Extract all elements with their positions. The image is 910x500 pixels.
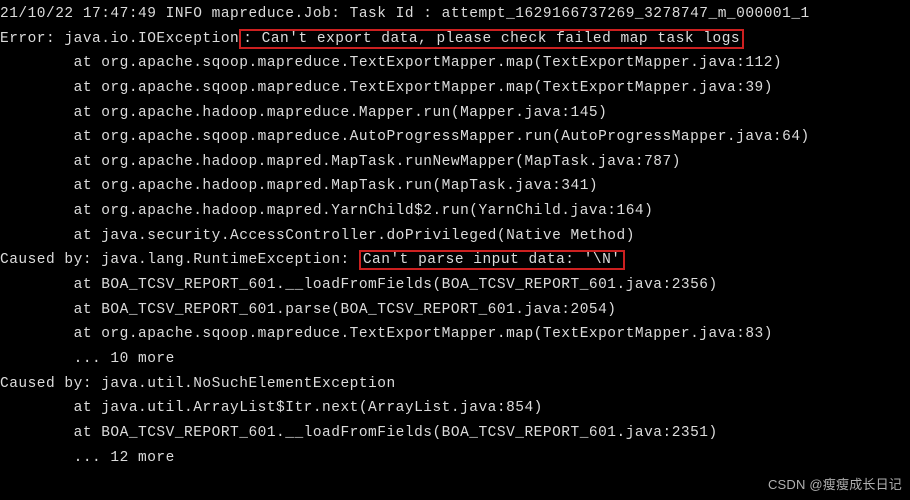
log-line-stack: at org.apache.hadoop.mapred.YarnChild$2.…: [0, 199, 910, 224]
watermark: CSDN @瘦瘦成长日记: [768, 474, 902, 496]
error-highlight: : Can't export data, please check failed…: [239, 29, 744, 49]
log-line-stack: at org.apache.sqoop.mapreduce.TextExport…: [0, 51, 910, 76]
log-text: ... 10 more: [0, 351, 175, 367]
log-line-stack: at java.util.ArrayList$Itr.next(ArrayLis…: [0, 396, 910, 421]
log-text: Caused by: java.util.NoSuchElementExcept…: [0, 376, 396, 392]
log-line-stack: at org.apache.sqoop.mapreduce.AutoProgre…: [0, 125, 910, 150]
log-line-stack: at org.apache.sqoop.mapreduce.TextExport…: [0, 76, 910, 101]
log-line-caused-by: Caused by: java.lang.RuntimeException: C…: [0, 248, 910, 273]
log-text: Error: java.io.IOException: [0, 31, 239, 47]
log-line-stack: at org.apache.sqoop.mapreduce.TextExport…: [0, 322, 910, 347]
log-line-error: Error: java.io.IOException: Can't export…: [0, 27, 910, 52]
log-text: at org.apache.sqoop.mapreduce.TextExport…: [0, 55, 782, 71]
log-text: at java.util.ArrayList$Itr.next(ArrayLis…: [0, 400, 543, 416]
log-text: ... 12 more: [0, 450, 175, 466]
log-text: 21/10/22 17:47:49 INFO mapreduce.Job: Ta…: [0, 6, 810, 22]
log-line-stack: at org.apache.hadoop.mapred.MapTask.run(…: [0, 174, 910, 199]
log-text: at BOA_TCSV_REPORT_601.__loadFromFields(…: [0, 277, 718, 293]
log-text: at org.apache.hadoop.mapred.YarnChild$2.…: [0, 203, 653, 219]
log-line-stack: at java.security.AccessController.doPriv…: [0, 224, 910, 249]
error-highlight: Can't parse input data: '\N': [359, 250, 625, 270]
log-text: at BOA_TCSV_REPORT_601.parse(BOA_TCSV_RE…: [0, 302, 617, 318]
log-line-stack: at BOA_TCSV_REPORT_601.__loadFromFields(…: [0, 273, 910, 298]
log-line-info: 21/10/22 17:47:49 INFO mapreduce.Job: Ta…: [0, 2, 910, 27]
log-line-more: ... 10 more: [0, 347, 910, 372]
log-text: at org.apache.hadoop.mapreduce.Mapper.ru…: [0, 105, 607, 121]
log-text: at org.apache.sqoop.mapreduce.AutoProgre…: [0, 129, 810, 145]
log-line-more: ... 12 more: [0, 446, 910, 471]
log-text: at org.apache.sqoop.mapreduce.TextExport…: [0, 326, 773, 342]
log-text: at java.security.AccessController.doPriv…: [0, 228, 635, 244]
log-line-stack: at org.apache.hadoop.mapreduce.Mapper.ru…: [0, 101, 910, 126]
log-line-stack: at org.apache.hadoop.mapred.MapTask.runN…: [0, 150, 910, 175]
log-text: at org.apache.hadoop.mapred.MapTask.runN…: [0, 154, 681, 170]
log-line-caused-by: Caused by: java.util.NoSuchElementExcept…: [0, 372, 910, 397]
log-line-stack: at BOA_TCSV_REPORT_601.__loadFromFields(…: [0, 421, 910, 446]
log-text: at BOA_TCSV_REPORT_601.__loadFromFields(…: [0, 425, 718, 441]
log-text: at org.apache.sqoop.mapreduce.TextExport…: [0, 80, 773, 96]
log-text: at org.apache.hadoop.mapred.MapTask.run(…: [0, 178, 598, 194]
log-line-stack: at BOA_TCSV_REPORT_601.parse(BOA_TCSV_RE…: [0, 298, 910, 323]
log-text: Caused by: java.lang.RuntimeException:: [0, 252, 359, 268]
